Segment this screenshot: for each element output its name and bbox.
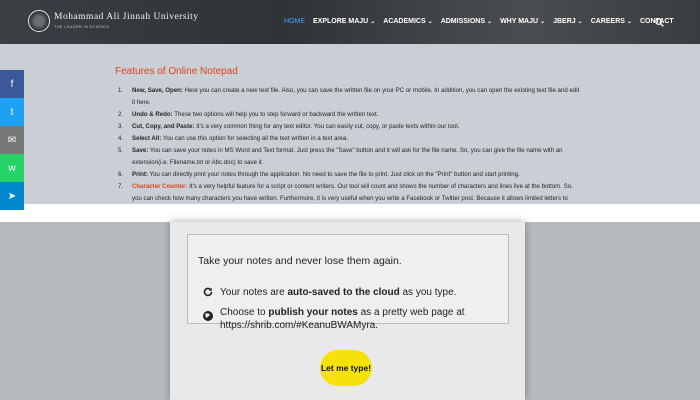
twitter-icon: t bbox=[10, 106, 14, 118]
facebook-share-button[interactable]: f bbox=[0, 70, 24, 98]
email-share-button[interactable]: ✉ bbox=[0, 126, 24, 154]
search-icon[interactable] bbox=[655, 18, 664, 27]
promo-card: Take your notes and never lose them agai… bbox=[170, 222, 525, 400]
feature-item: 4. Select All: You can use this option fo… bbox=[118, 135, 348, 142]
features-panel: Features of Online Notepad 1. New, Save, … bbox=[0, 44, 700, 214]
promo-tagline: Take your notes and never lose them agai… bbox=[198, 255, 402, 267]
feature-item: 5. Save: You can save your notes in MS Wo… bbox=[118, 147, 563, 166]
chevron-down-icon: ⌄ bbox=[487, 19, 493, 25]
feature-item: 3. Cut, Copy, and Paste: It's a very comm… bbox=[118, 123, 460, 130]
twitter-share-button[interactable]: t bbox=[0, 98, 24, 126]
nav-explore-maju[interactable]: EXPLORE MAJU ⌄ bbox=[313, 18, 375, 25]
overlay-strip bbox=[0, 204, 700, 222]
nav-academics[interactable]: ACADEMICS ⌄ bbox=[383, 18, 432, 25]
nav-home[interactable]: HOME bbox=[284, 18, 305, 25]
main-nav: HOME EXPLORE MAJU ⌄ ACADEMICS ⌄ ADMISSIONS… bbox=[284, 18, 682, 25]
features-list: 1. New, Save, Open: Here you can create a… bbox=[118, 85, 583, 217]
chevron-down-icon: ⌄ bbox=[540, 19, 546, 25]
promo-area: Take your notes and never lose them agai… bbox=[0, 222, 700, 400]
globe-icon bbox=[203, 311, 213, 321]
whatsapp-share-button[interactable]: w bbox=[0, 154, 24, 182]
university-seal-icon bbox=[28, 10, 50, 32]
let-me-type-button[interactable]: Let me type! bbox=[320, 350, 372, 386]
autosave-feature: Your notes are auto-saved to the cloud a… bbox=[202, 286, 456, 298]
telegram-share-button[interactable]: ➤ bbox=[0, 182, 24, 210]
feature-item: 1. New, Save, Open: Here you can create a… bbox=[118, 87, 580, 106]
university-logo[interactable]: Mohammad Ali Jinnah University THE LEADE… bbox=[28, 10, 199, 32]
nav-jberj[interactable]: JBERJ ⌄ bbox=[553, 18, 583, 25]
chevron-down-icon: ⌄ bbox=[370, 19, 376, 25]
nav-why-maju[interactable]: WHY MAJU ⌄ bbox=[500, 18, 545, 25]
nav-careers[interactable]: CAREERS ⌄ bbox=[591, 18, 632, 25]
chevron-down-icon: ⌄ bbox=[626, 19, 632, 25]
chevron-down-icon: ⌄ bbox=[427, 19, 433, 25]
facebook-icon: f bbox=[10, 78, 14, 90]
publish-url[interactable]: https://shrib.com/#KeanuBWAMyra. bbox=[220, 320, 378, 331]
email-icon: ✉ bbox=[7, 134, 17, 146]
brand-subtitle: THE LEADER IN SCIENCE bbox=[54, 23, 110, 29]
feature-item: 6. Print: You can directly print your not… bbox=[118, 171, 520, 178]
brand-title: Mohammad Ali Jinnah University bbox=[54, 12, 199, 23]
social-share-bar: f t ✉ w ➤ bbox=[0, 70, 24, 210]
publish-feature: Choose to publish your notes as a pretty… bbox=[202, 306, 465, 332]
nav-admissions[interactable]: ADMISSIONS ⌄ bbox=[441, 18, 492, 25]
site-header: Mohammad Ali Jinnah University THE LEADE… bbox=[0, 0, 700, 44]
section-title: Features of Online Notepad bbox=[115, 66, 238, 77]
whatsapp-icon: w bbox=[8, 162, 16, 174]
chevron-down-icon: ⌄ bbox=[577, 19, 583, 25]
feature-item: 2. Undo & Redo: These two options will he… bbox=[118, 111, 379, 118]
telegram-icon: ➤ bbox=[7, 190, 17, 202]
refresh-icon bbox=[203, 287, 213, 297]
